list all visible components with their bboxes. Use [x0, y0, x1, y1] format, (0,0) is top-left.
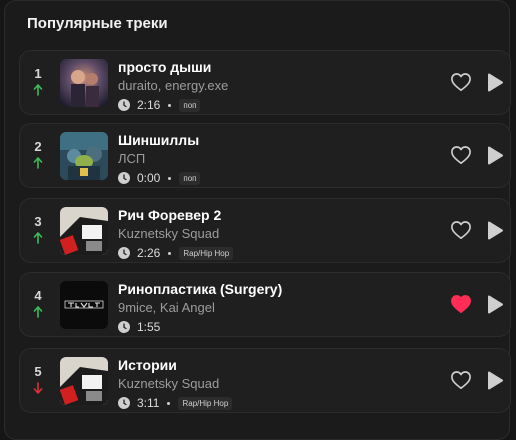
heart-icon[interactable] [450, 220, 472, 240]
genre-badge: Rap/Hip Hop [178, 396, 233, 410]
arrow-up-icon [33, 306, 43, 318]
track-cover[interactable] [60, 59, 108, 107]
track-row[interactable]: 1 просто дыши duraito, energy.exe 2:16 п… [19, 50, 511, 115]
heart-icon[interactable] [450, 145, 472, 165]
clock-icon [118, 397, 130, 409]
play-icon[interactable] [485, 370, 505, 391]
track-title[interactable]: Рич Форевер 2 [118, 207, 221, 223]
arrow-up-icon [33, 232, 43, 244]
track-cover[interactable] [60, 281, 108, 329]
arrow-down-icon [33, 382, 43, 394]
heart-icon[interactable] [450, 72, 472, 92]
track-cover[interactable] [60, 357, 108, 405]
track-rank: 4 [34, 288, 42, 303]
separator-dot [167, 401, 171, 405]
track-artist[interactable]: 9mice, Kai Angel [118, 300, 215, 315]
track-row[interactable]: 4 Ринопластика (Surgery) 9mice, Kai Ange… [19, 272, 511, 337]
play-icon[interactable] [485, 294, 505, 315]
track-artist[interactable]: ЛСП [118, 151, 145, 166]
track-rank: 1 [34, 66, 42, 81]
arrow-up-icon [33, 157, 43, 169]
track-title[interactable]: Ринопластика (Surgery) [118, 281, 282, 297]
track-duration: 0:00 [137, 171, 161, 185]
separator-dot [168, 176, 172, 180]
track-title[interactable]: просто дыши [118, 59, 211, 75]
track-rank: 5 [34, 364, 42, 379]
track-artist[interactable]: duraito, energy.exe [118, 78, 228, 93]
track-row[interactable]: 2 Шиншиллы ЛСП 0:00 поп [19, 123, 511, 188]
play-icon[interactable] [485, 145, 505, 166]
clock-icon [118, 172, 130, 184]
track-title[interactable]: Истории [118, 357, 177, 373]
arrow-up-icon [33, 84, 43, 96]
heart-icon[interactable] [450, 370, 472, 390]
clock-icon [118, 247, 130, 259]
play-icon[interactable] [485, 72, 505, 93]
clock-icon [118, 99, 130, 111]
track-row[interactable]: 5 Истории Kuznetsky Squad 3:11 Rap/Hip H… [19, 348, 511, 413]
heart-icon[interactable] [450, 294, 472, 314]
section-title: Популярные треки [27, 15, 168, 32]
track-cover[interactable] [60, 132, 108, 180]
track-cover[interactable] [60, 207, 108, 255]
track-row[interactable]: 3 Рич Форевер 2 Kuznetsky Squad 2:26 Rap… [19, 198, 511, 263]
popular-tracks-panel: Популярные треки 1 просто дыши duraito, … [4, 0, 511, 440]
play-icon[interactable] [485, 220, 505, 241]
track-duration: 2:26 [137, 246, 161, 260]
track-duration: 1:55 [137, 320, 161, 334]
genre-badge: Rap/Hip Hop [179, 246, 234, 260]
clock-icon [118, 321, 130, 333]
genre-badge: поп [179, 171, 201, 185]
track-artist[interactable]: Kuznetsky Squad [118, 226, 219, 241]
track-duration: 2:16 [137, 98, 161, 112]
separator-dot [168, 103, 172, 107]
genre-badge: поп [179, 98, 201, 112]
track-rank: 3 [34, 214, 42, 229]
separator-dot [168, 251, 172, 255]
track-title[interactable]: Шиншиллы [118, 132, 199, 148]
track-artist[interactable]: Kuznetsky Squad [118, 376, 219, 391]
track-rank: 2 [34, 139, 42, 154]
track-duration: 3:11 [137, 396, 160, 410]
